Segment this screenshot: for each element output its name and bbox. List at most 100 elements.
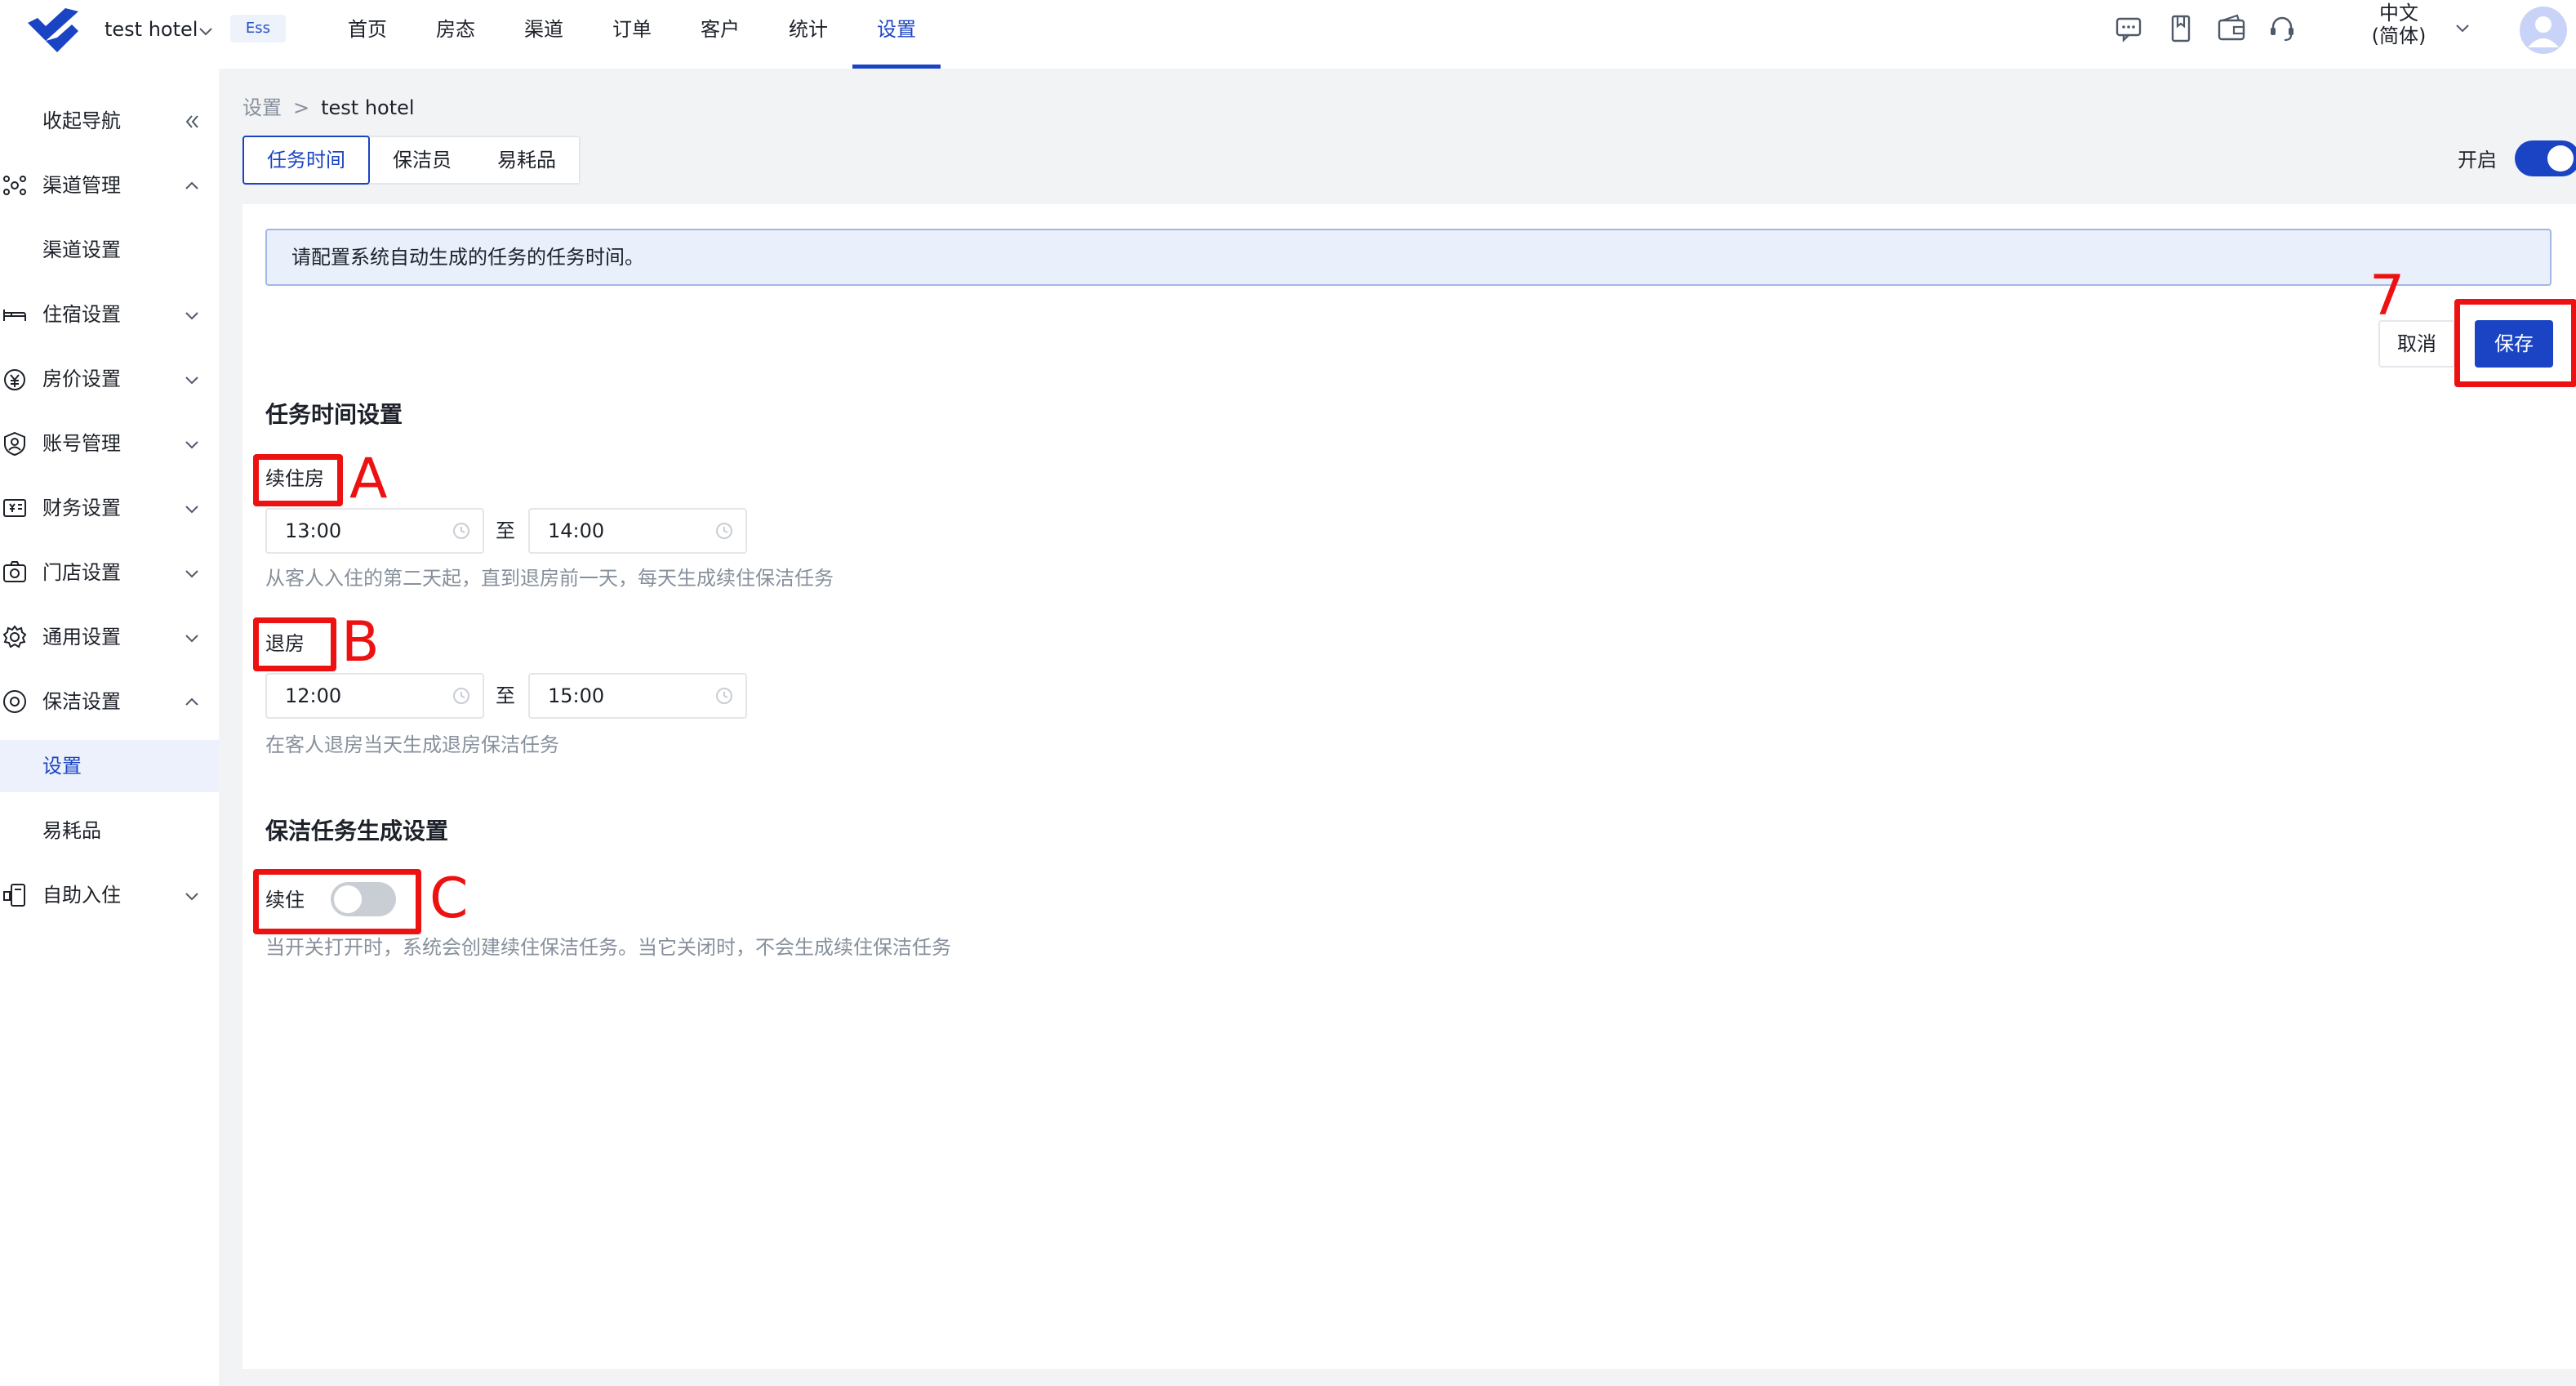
generation-hint: 当开关打开时，系统会创建续住保洁任务。当它关闭时，不会生成续住保洁任务 — [265, 936, 951, 959]
main-nav: 首页 房态 渠道 订单 客户 统计 设置 — [323, 0, 941, 69]
time-value: 12:00 — [285, 684, 342, 707]
sidebar-collapse-label: 收起导航 — [42, 109, 121, 132]
hotel-selector[interactable]: test hotel — [105, 13, 198, 46]
clock-icon — [716, 523, 732, 539]
range-separator: 至 — [496, 684, 515, 707]
top-bar: test hotel Ess 首页 房态 渠道 订单 客户 统计 设置 中文 (… — [0, 0, 2576, 69]
bed-icon — [3, 310, 26, 321]
generation-title: 保洁任务生成设置 — [265, 818, 449, 845]
range-separator: 至 — [496, 519, 515, 542]
tab-cleaners[interactable]: 保洁员 — [370, 137, 474, 183]
breadcrumb-separator: > — [293, 96, 310, 119]
sidebar-item-consumables[interactable]: 易耗品 — [0, 804, 219, 857]
task-time-title: 任务时间设置 — [265, 401, 403, 428]
enable-toggle[interactable] — [2515, 140, 2576, 176]
message-icon[interactable] — [2113, 13, 2144, 44]
chevron-down-icon — [185, 506, 198, 514]
double-chevron-left-icon[interactable] — [181, 111, 202, 132]
sidebar-item-general-settings[interactable]: 通用设置 — [0, 611, 219, 663]
chevron-down-icon[interactable] — [196, 21, 216, 41]
sidebar-item-finance-settings[interactable]: 财务设置 — [0, 482, 219, 534]
stayover-start-time[interactable]: 13:00 — [265, 508, 484, 554]
sidebar-item-label: 设置 — [42, 755, 82, 778]
cleaning-icon — [3, 690, 26, 713]
channel-icon — [3, 176, 26, 195]
sidebar-collapse[interactable]: 收起导航 — [0, 95, 219, 147]
sidebar-item-label: 房价设置 — [42, 368, 121, 390]
sidebar-item-price-settings[interactable]: 房价设置 — [0, 353, 219, 405]
time-value: 14:00 — [548, 519, 605, 542]
tab-consumables[interactable]: 易耗品 — [474, 137, 579, 183]
stayover-hint: 从客人入住的第二天起，直到退房前一天，每天生成续住保洁任务 — [265, 567, 834, 590]
checkout-end-time[interactable]: 15:00 — [528, 673, 747, 719]
info-alert: 请配置系统自动生成的任务的任务时间。 — [265, 229, 2552, 286]
sidebar-item-label: 财务设置 — [42, 497, 121, 519]
sidebar-item-label: 易耗品 — [42, 819, 101, 842]
nav-settings[interactable]: 设置 — [852, 0, 941, 69]
annotation-label-b: B — [341, 610, 380, 675]
sidebar-item-cleaning-config[interactable]: 设置 — [0, 740, 219, 792]
annotation-label-7: 7 — [2369, 264, 2405, 328]
time-value: 15:00 — [548, 684, 605, 707]
clock-icon — [453, 688, 469, 704]
sidebar-item-label: 住宿设置 — [42, 303, 121, 326]
nav-channel[interactable]: 渠道 — [500, 0, 588, 69]
sidebar-item-lodging-settings[interactable]: 住宿设置 — [0, 288, 219, 341]
self-checkin-icon — [3, 884, 25, 907]
chevron-up-icon — [185, 181, 198, 189]
time-value: 13:00 — [285, 519, 342, 542]
finance-icon — [3, 499, 26, 517]
sidebar-item-label: 自助入住 — [42, 884, 121, 907]
breadcrumb-current: test hotel — [321, 96, 415, 119]
annotation-box-a — [253, 454, 343, 506]
breadcrumb-root[interactable]: 设置 — [242, 96, 282, 119]
enable-toggle-label: 开启 — [2458, 149, 2497, 172]
language-variant: (简体) — [2371, 25, 2427, 47]
logo-icon[interactable] — [24, 7, 82, 59]
sidebar-item-label: 账号管理 — [42, 432, 121, 455]
clock-icon — [453, 523, 469, 539]
tab-task-time[interactable]: 任务时间 — [242, 136, 370, 185]
sidebar-item-self-checkin[interactable]: 自助入住 — [0, 869, 219, 921]
gear-icon — [2, 625, 27, 648]
language-selector[interactable]: 中文 (简体) — [2350, 2, 2448, 47]
breadcrumb: 设置 > test hotel — [242, 93, 415, 123]
sidebar-item-label: 渠道管理 — [42, 174, 121, 197]
stayover-end-time[interactable]: 14:00 — [528, 508, 747, 554]
chevron-down-icon[interactable] — [2453, 18, 2472, 38]
nav-statistics[interactable]: 统计 — [764, 0, 852, 69]
sidebar-item-label: 通用设置 — [42, 626, 121, 648]
chevron-down-icon — [185, 570, 198, 578]
wallet-icon[interactable] — [2216, 13, 2247, 44]
sidebar: 收起导航 渠道管理 渠道设置 住宿设置 房价设置 账号管理 财务设置 门店设置 … — [0, 69, 219, 1386]
clock-icon — [716, 688, 732, 704]
headset-icon[interactable] — [2267, 13, 2298, 44]
chevron-down-icon — [185, 893, 198, 901]
nav-orders[interactable]: 订单 — [588, 0, 676, 69]
chevron-up-icon — [185, 697, 198, 706]
sidebar-item-account-management[interactable]: 账号管理 — [0, 417, 219, 470]
nav-home[interactable]: 首页 — [323, 0, 412, 69]
sidebar-item-label: 渠道设置 — [42, 238, 121, 261]
sidebar-item-label: 门店设置 — [42, 561, 121, 584]
sidebar-item-channel-management[interactable]: 渠道管理 — [0, 159, 219, 212]
sidebar-item-store-settings[interactable]: 门店设置 — [0, 546, 219, 599]
language-name: 中文 — [2379, 2, 2418, 25]
nav-customers[interactable]: 客户 — [676, 0, 764, 69]
toggle-knob — [2547, 145, 2574, 172]
checkout-start-time[interactable]: 12:00 — [265, 673, 484, 719]
store-icon — [3, 561, 26, 582]
user-icon — [2528, 16, 2559, 47]
chevron-down-icon — [185, 441, 198, 449]
avatar[interactable] — [2520, 7, 2567, 54]
edition-badge: Ess — [230, 15, 286, 42]
annotation-box-c — [253, 869, 421, 934]
nav-room-status[interactable]: 房态 — [412, 0, 500, 69]
annotation-label-c: C — [429, 867, 469, 931]
annotation-label-a: A — [349, 447, 388, 511]
sidebar-item-cleaning-settings[interactable]: 保洁设置 — [0, 675, 219, 728]
sidebar-item-channel-settings[interactable]: 渠道设置 — [0, 224, 219, 276]
account-icon — [4, 431, 25, 457]
chevron-down-icon — [185, 635, 198, 643]
book-icon[interactable] — [2165, 13, 2196, 44]
